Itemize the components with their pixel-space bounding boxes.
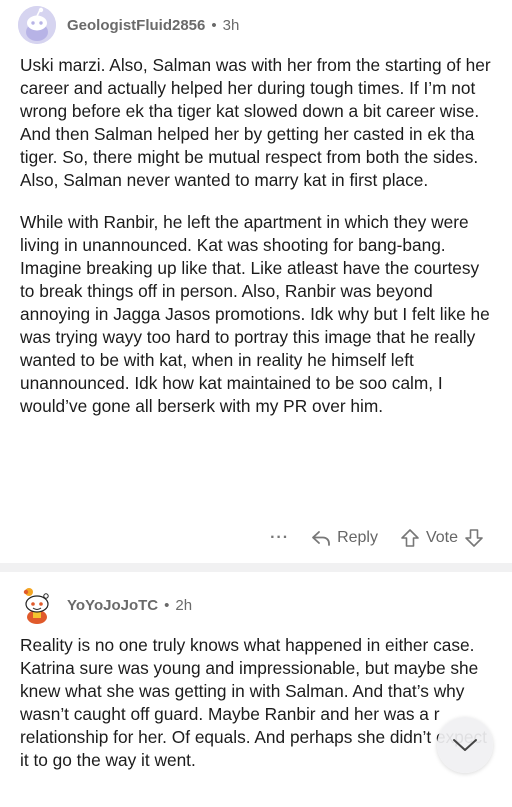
chevron-down-icon: [453, 739, 477, 751]
comment: GeologistFluid2856 • 3h Uski marzi. Also…: [0, 0, 512, 563]
comment-body: Reality is no one truly knows what happe…: [20, 634, 496, 791]
username[interactable]: YoYoJoJoTC: [67, 597, 158, 614]
timestamp: 3h: [222, 16, 240, 34]
comment-meta: YoYoJoJoTC • 2h: [67, 597, 192, 614]
reply-button[interactable]: Reply: [311, 529, 378, 547]
downvote-arrow-icon[interactable]: [464, 528, 484, 548]
comment-actions: ··· Reply Vote: [0, 523, 512, 553]
upvote-arrow-icon[interactable]: [400, 528, 420, 548]
comment: YoYoJoJoTC • 2h Reality is no one truly …: [0, 572, 512, 807]
username[interactable]: GeologistFluid2856: [67, 17, 205, 34]
comment-header: YoYoJoJoTC • 2h: [18, 586, 192, 624]
comment-paragraph: Uski marzi. Also, Salman was with her fr…: [20, 55, 491, 190]
comment-paragraph: Reality is no one truly knows what happe…: [20, 635, 487, 770]
snoo-avatar-icon: [18, 6, 56, 44]
meta-separator: •: [164, 596, 170, 614]
vote-label: Vote: [425, 529, 458, 546]
avatar[interactable]: [18, 586, 56, 624]
reply-label: Reply: [337, 529, 378, 546]
avatar[interactable]: [18, 6, 56, 44]
reply-arrow-icon: [312, 531, 330, 546]
timestamp: 2h: [175, 596, 193, 614]
scroll-down-button[interactable]: [437, 717, 493, 773]
vote-control: Vote: [400, 528, 490, 548]
comment-header: GeologistFluid2856 • 3h: [18, 6, 239, 44]
comment-meta: GeologistFluid2856 • 3h: [67, 17, 239, 34]
more-options-button[interactable]: ···: [270, 529, 289, 547]
snoo-avatar-icon: [23, 588, 49, 624]
comment-body: Uski marzi. Also, Salman was with her fr…: [20, 54, 496, 437]
comment-paragraph: While with Ranbir, he left the apartment…: [20, 212, 490, 416]
comment-divider: [0, 563, 512, 572]
meta-separator: •: [211, 16, 217, 34]
